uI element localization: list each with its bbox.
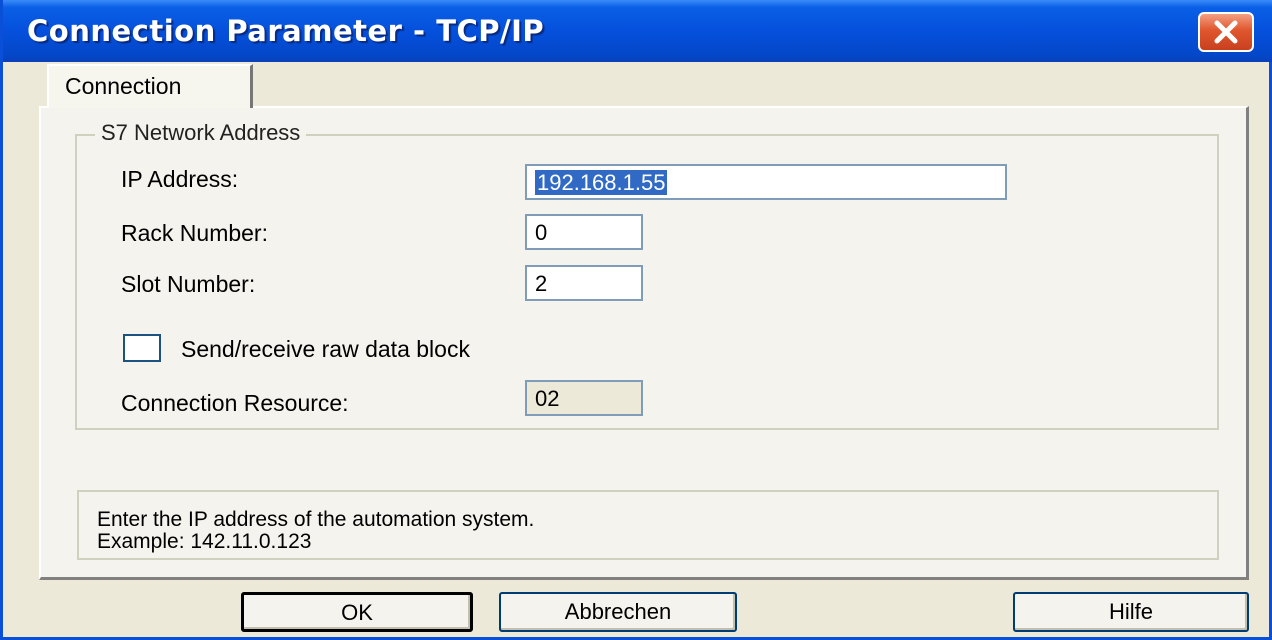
ip-address-label: IP Address: (121, 166, 239, 192)
rack-number-input[interactable]: 0 (525, 214, 643, 250)
help-button[interactable]: Hilfe (1013, 592, 1249, 632)
ip-address-value: 192.168.1.55 (535, 170, 668, 195)
raw-data-checkbox[interactable] (123, 334, 161, 362)
cancel-button[interactable]: Abbrechen (499, 592, 737, 632)
ok-button[interactable]: OK (241, 592, 473, 632)
tab-connection[interactable]: Connection (47, 64, 253, 108)
dialog-window: Connection Parameter - TCP/IP Connection… (0, 0, 1272, 640)
group-title: S7 Network Address (95, 120, 307, 146)
slot-number-label: Slot Number: (121, 271, 256, 297)
ip-address-input[interactable]: 192.168.1.55 (525, 164, 1007, 200)
slot-number-input[interactable]: 2 (525, 265, 643, 301)
title-bar[interactable]: Connection Parameter - TCP/IP (3, 0, 1272, 62)
raw-data-label: Send/receive raw data block (181, 336, 470, 362)
hint-line-2: Example: 142.11.0.123 (97, 530, 312, 553)
close-icon (1214, 20, 1238, 44)
connection-resource-input: 02 (525, 380, 643, 416)
rack-number-label: Rack Number: (121, 220, 268, 246)
close-button[interactable] (1198, 12, 1254, 52)
window-title: Connection Parameter - TCP/IP (27, 14, 545, 48)
hint-line-1: Enter the IP address of the automation s… (97, 508, 535, 531)
tab-connection-label: Connection (65, 73, 182, 99)
connection-resource-label: Connection Resource: (121, 390, 349, 416)
